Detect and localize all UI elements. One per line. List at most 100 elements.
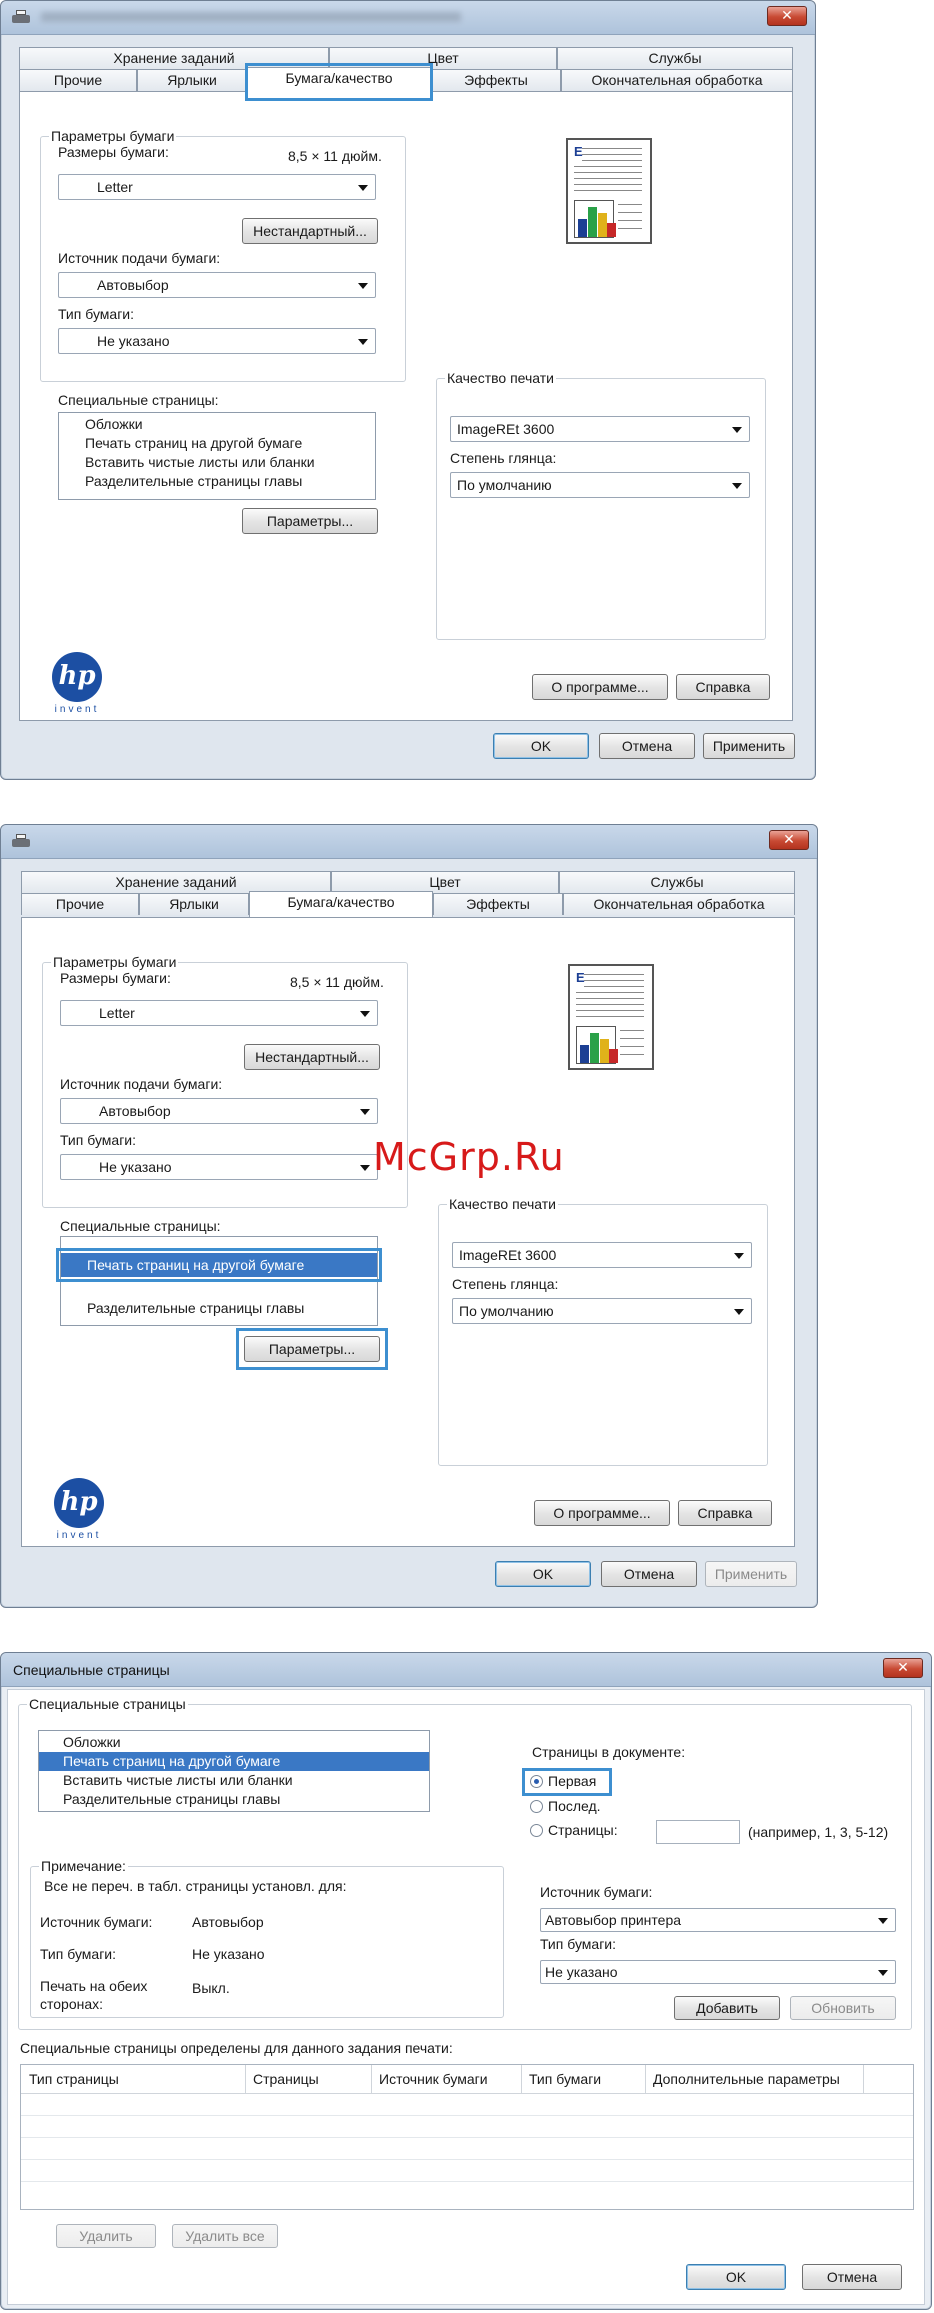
print-quality-select[interactable]: ImageREt 3600 <box>450 416 750 442</box>
gloss-select[interactable]: По умолчанию <box>452 1298 752 1324</box>
apply-button[interactable]: Применить <box>705 1561 797 1587</box>
list-item[interactable]: Разделительные страницы главы <box>61 1299 377 1318</box>
list-item[interactable]: Печать страниц на другой бумаге <box>59 434 375 453</box>
delete-button[interactable]: Удалить <box>56 2224 156 2248</box>
gloss-label: Степень глянца: <box>452 1276 559 1292</box>
paper-size-select[interactable]: Letter <box>60 1000 378 1026</box>
special-pages-list[interactable]: Обложки Печать страниц на другой бумаге … <box>58 412 376 500</box>
paper-type-select[interactable]: Не указано <box>58 328 376 354</box>
about-button[interactable]: О программе... <box>534 1500 670 1526</box>
hp-logo-mark: hp <box>52 652 102 702</box>
radio-first[interactable] <box>530 1775 543 1788</box>
list-item[interactable]: Обложки <box>39 1733 429 1752</box>
defined-pages-label: Специальные страницы определены для данн… <box>20 2040 453 2056</box>
parameters-button[interactable]: Параметры... <box>242 508 378 534</box>
tab-other[interactable]: Прочие <box>19 69 137 91</box>
cancel-button[interactable]: Отмена <box>599 733 695 759</box>
tab-paper-quality[interactable]: Бумага/качество <box>249 891 433 917</box>
note-source-label: Источник бумаги: <box>40 1914 153 1930</box>
help-button[interactable]: Справка <box>678 1500 772 1526</box>
printer-properties-dialog-2: ✕ Хранение заданий Цвет Службы Прочие Яр… <box>0 824 818 1608</box>
tab-shortcuts[interactable]: Ярлыки <box>139 893 249 915</box>
ok-button[interactable]: OK <box>495 1561 591 1587</box>
preview-letter: E <box>574 144 583 159</box>
title-bar: ✕ <box>1 1 815 35</box>
print-quality-title: Качество печати <box>447 1196 558 1212</box>
gloss-label: Степень глянца: <box>450 450 557 466</box>
tab-finishing[interactable]: Окончательная обработка <box>563 893 795 915</box>
note-type-label: Тип бумаги: <box>40 1946 117 1962</box>
custom-size-button[interactable]: Нестандартный... <box>244 1044 380 1070</box>
custom-size-button[interactable]: Нестандартный... <box>242 218 378 244</box>
chevron-down-icon <box>878 1918 888 1924</box>
ok-button[interactable]: OK <box>493 733 589 759</box>
gloss-select[interactable]: По умолчанию <box>450 472 750 498</box>
preview-chart-icon <box>576 1026 618 1064</box>
list-item[interactable]: Разделительные страницы главы <box>59 472 375 491</box>
column-header-page-type[interactable]: Тип страницы <box>29 2071 119 2087</box>
delete-all-button[interactable]: Удалить все <box>172 2224 278 2248</box>
tab-job-storage[interactable]: Хранение заданий <box>21 871 331 893</box>
close-button[interactable]: ✕ <box>883 1658 923 1678</box>
page-preview: E <box>568 964 654 1070</box>
update-button[interactable]: Обновить <box>790 1996 896 2020</box>
watermark: McGrp.Ru <box>373 1135 565 1179</box>
tab-color[interactable]: Цвет <box>331 871 559 893</box>
paper-source-select[interactable]: Автовыбор <box>58 272 376 298</box>
pages-range-input[interactable] <box>656 1820 740 1844</box>
close-button[interactable]: ✕ <box>769 830 809 850</box>
close-button[interactable]: ✕ <box>767 6 807 26</box>
tab-services[interactable]: Службы <box>559 871 795 893</box>
add-button[interactable]: Добавить <box>674 1996 780 2020</box>
column-header-advanced[interactable]: Дополнительные параметры <box>653 2071 840 2087</box>
title-bar: ✕ <box>1 825 817 859</box>
list-item[interactable]: Обложки <box>59 415 375 434</box>
chevron-down-icon <box>358 283 368 289</box>
tab-effects[interactable]: Эффекты <box>431 69 561 91</box>
apply-button[interactable]: Применить <box>703 733 795 759</box>
preview-letter: E <box>576 970 585 985</box>
defined-pages-table[interactable]: Тип страницы Страницы Источник бумаги Ти… <box>20 2064 914 2210</box>
cancel-button[interactable]: Отмена <box>601 1561 697 1587</box>
tab-services[interactable]: Службы <box>557 47 793 69</box>
hp-logo: hp invent <box>44 652 110 718</box>
cancel-button[interactable]: Отмена <box>802 2264 902 2290</box>
paper-source-select[interactable]: Автовыбор принтера <box>540 1908 896 1932</box>
list-item-selected[interactable]: Печать страниц на другой бумаге <box>39 1752 429 1771</box>
radio-last[interactable] <box>530 1800 543 1813</box>
tab-shortcuts[interactable]: Ярлыки <box>137 69 247 91</box>
paper-options-title: Параметры бумаги <box>49 128 177 144</box>
list-item[interactable]: Разделительные страницы главы <box>39 1790 429 1809</box>
special-pages-list[interactable]: Обложки Печать страниц на другой бумаге … <box>38 1730 430 1812</box>
paper-source-label: Источник бумаги: <box>540 1884 653 1900</box>
list-item[interactable]: Вставить чистые листы или бланки <box>39 1771 429 1790</box>
paper-source-label: Источник подачи бумаги: <box>60 1076 223 1092</box>
page-preview: E <box>566 138 652 244</box>
pages-example-text: (например, 1, 3, 5-12) <box>748 1824 889 1840</box>
radio-pages[interactable] <box>530 1824 543 1837</box>
gloss-select-text: По умолчанию <box>457 477 552 493</box>
radio-pages-label: Страницы: <box>548 1822 618 1838</box>
paper-type-select[interactable]: Не указано <box>60 1154 378 1180</box>
column-header-pages[interactable]: Страницы <box>253 2071 319 2087</box>
paper-size-select[interactable]: Letter <box>58 174 376 200</box>
parameters-button-highlight <box>236 1328 388 1370</box>
note-source-value: Автовыбор <box>192 1914 264 1930</box>
note-group-title: Примечание: <box>39 1858 128 1874</box>
note-duplex-label-2: сторонах: <box>40 1996 104 2012</box>
column-header-paper-source[interactable]: Источник бумаги <box>379 2071 488 2087</box>
print-quality-select[interactable]: ImageREt 3600 <box>452 1242 752 1268</box>
column-header-paper-type[interactable]: Тип бумаги <box>529 2071 601 2087</box>
note-duplex-value: Выкл. <box>192 1980 230 1996</box>
paper-type-select[interactable]: Не указано <box>540 1960 896 1984</box>
ok-button[interactable]: OK <box>686 2264 786 2290</box>
chevron-down-icon <box>360 1011 370 1017</box>
tab-other[interactable]: Прочие <box>21 893 139 915</box>
tab-finishing[interactable]: Окончательная обработка <box>561 69 793 91</box>
about-button[interactable]: О программе... <box>532 674 668 700</box>
tab-effects[interactable]: Эффекты <box>433 893 563 915</box>
paper-source-select[interactable]: Автовыбор <box>60 1098 378 1124</box>
paper-size-value: 8,5 × 11 дюйм. <box>288 148 382 164</box>
list-item[interactable]: Вставить чистые листы или бланки <box>59 453 375 472</box>
help-button[interactable]: Справка <box>676 674 770 700</box>
